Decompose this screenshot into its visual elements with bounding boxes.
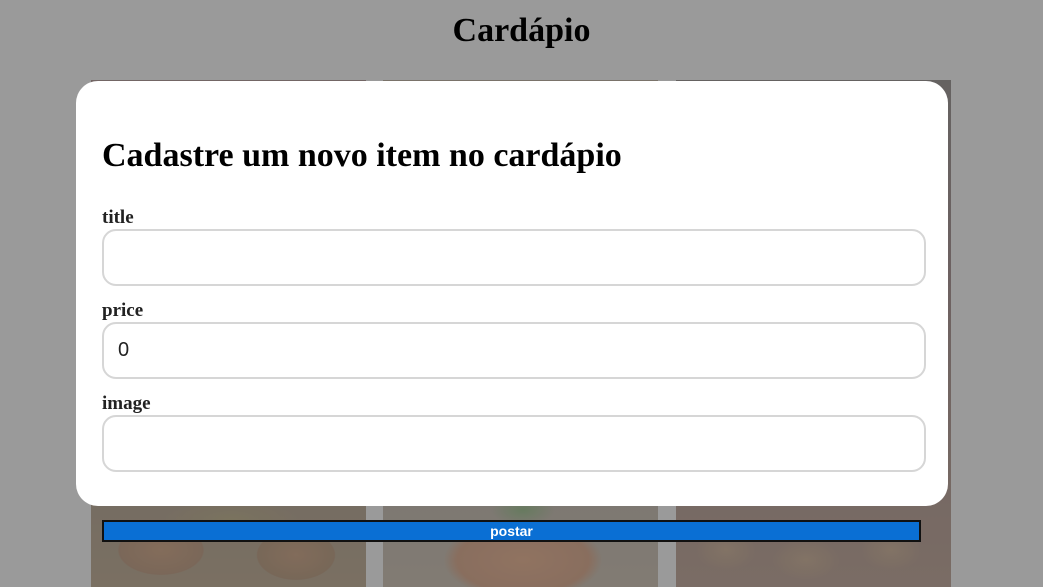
image-input[interactable]	[102, 415, 926, 472]
price-label: price	[102, 300, 144, 321]
price-input[interactable]	[102, 322, 926, 379]
post-button[interactable]: postar	[102, 520, 921, 542]
title-label: title	[102, 207, 134, 228]
title-input[interactable]	[102, 229, 926, 286]
create-item-modal: Cadastre um novo item no cardápio title …	[76, 81, 948, 506]
image-label: image	[102, 393, 151, 414]
modal-title: Cadastre um novo item no cardápio	[102, 137, 622, 174]
page-title: Cardápio	[452, 12, 591, 49]
menu-page: Cardápio Cadastre um novo item no cardáp…	[0, 0, 1043, 587]
